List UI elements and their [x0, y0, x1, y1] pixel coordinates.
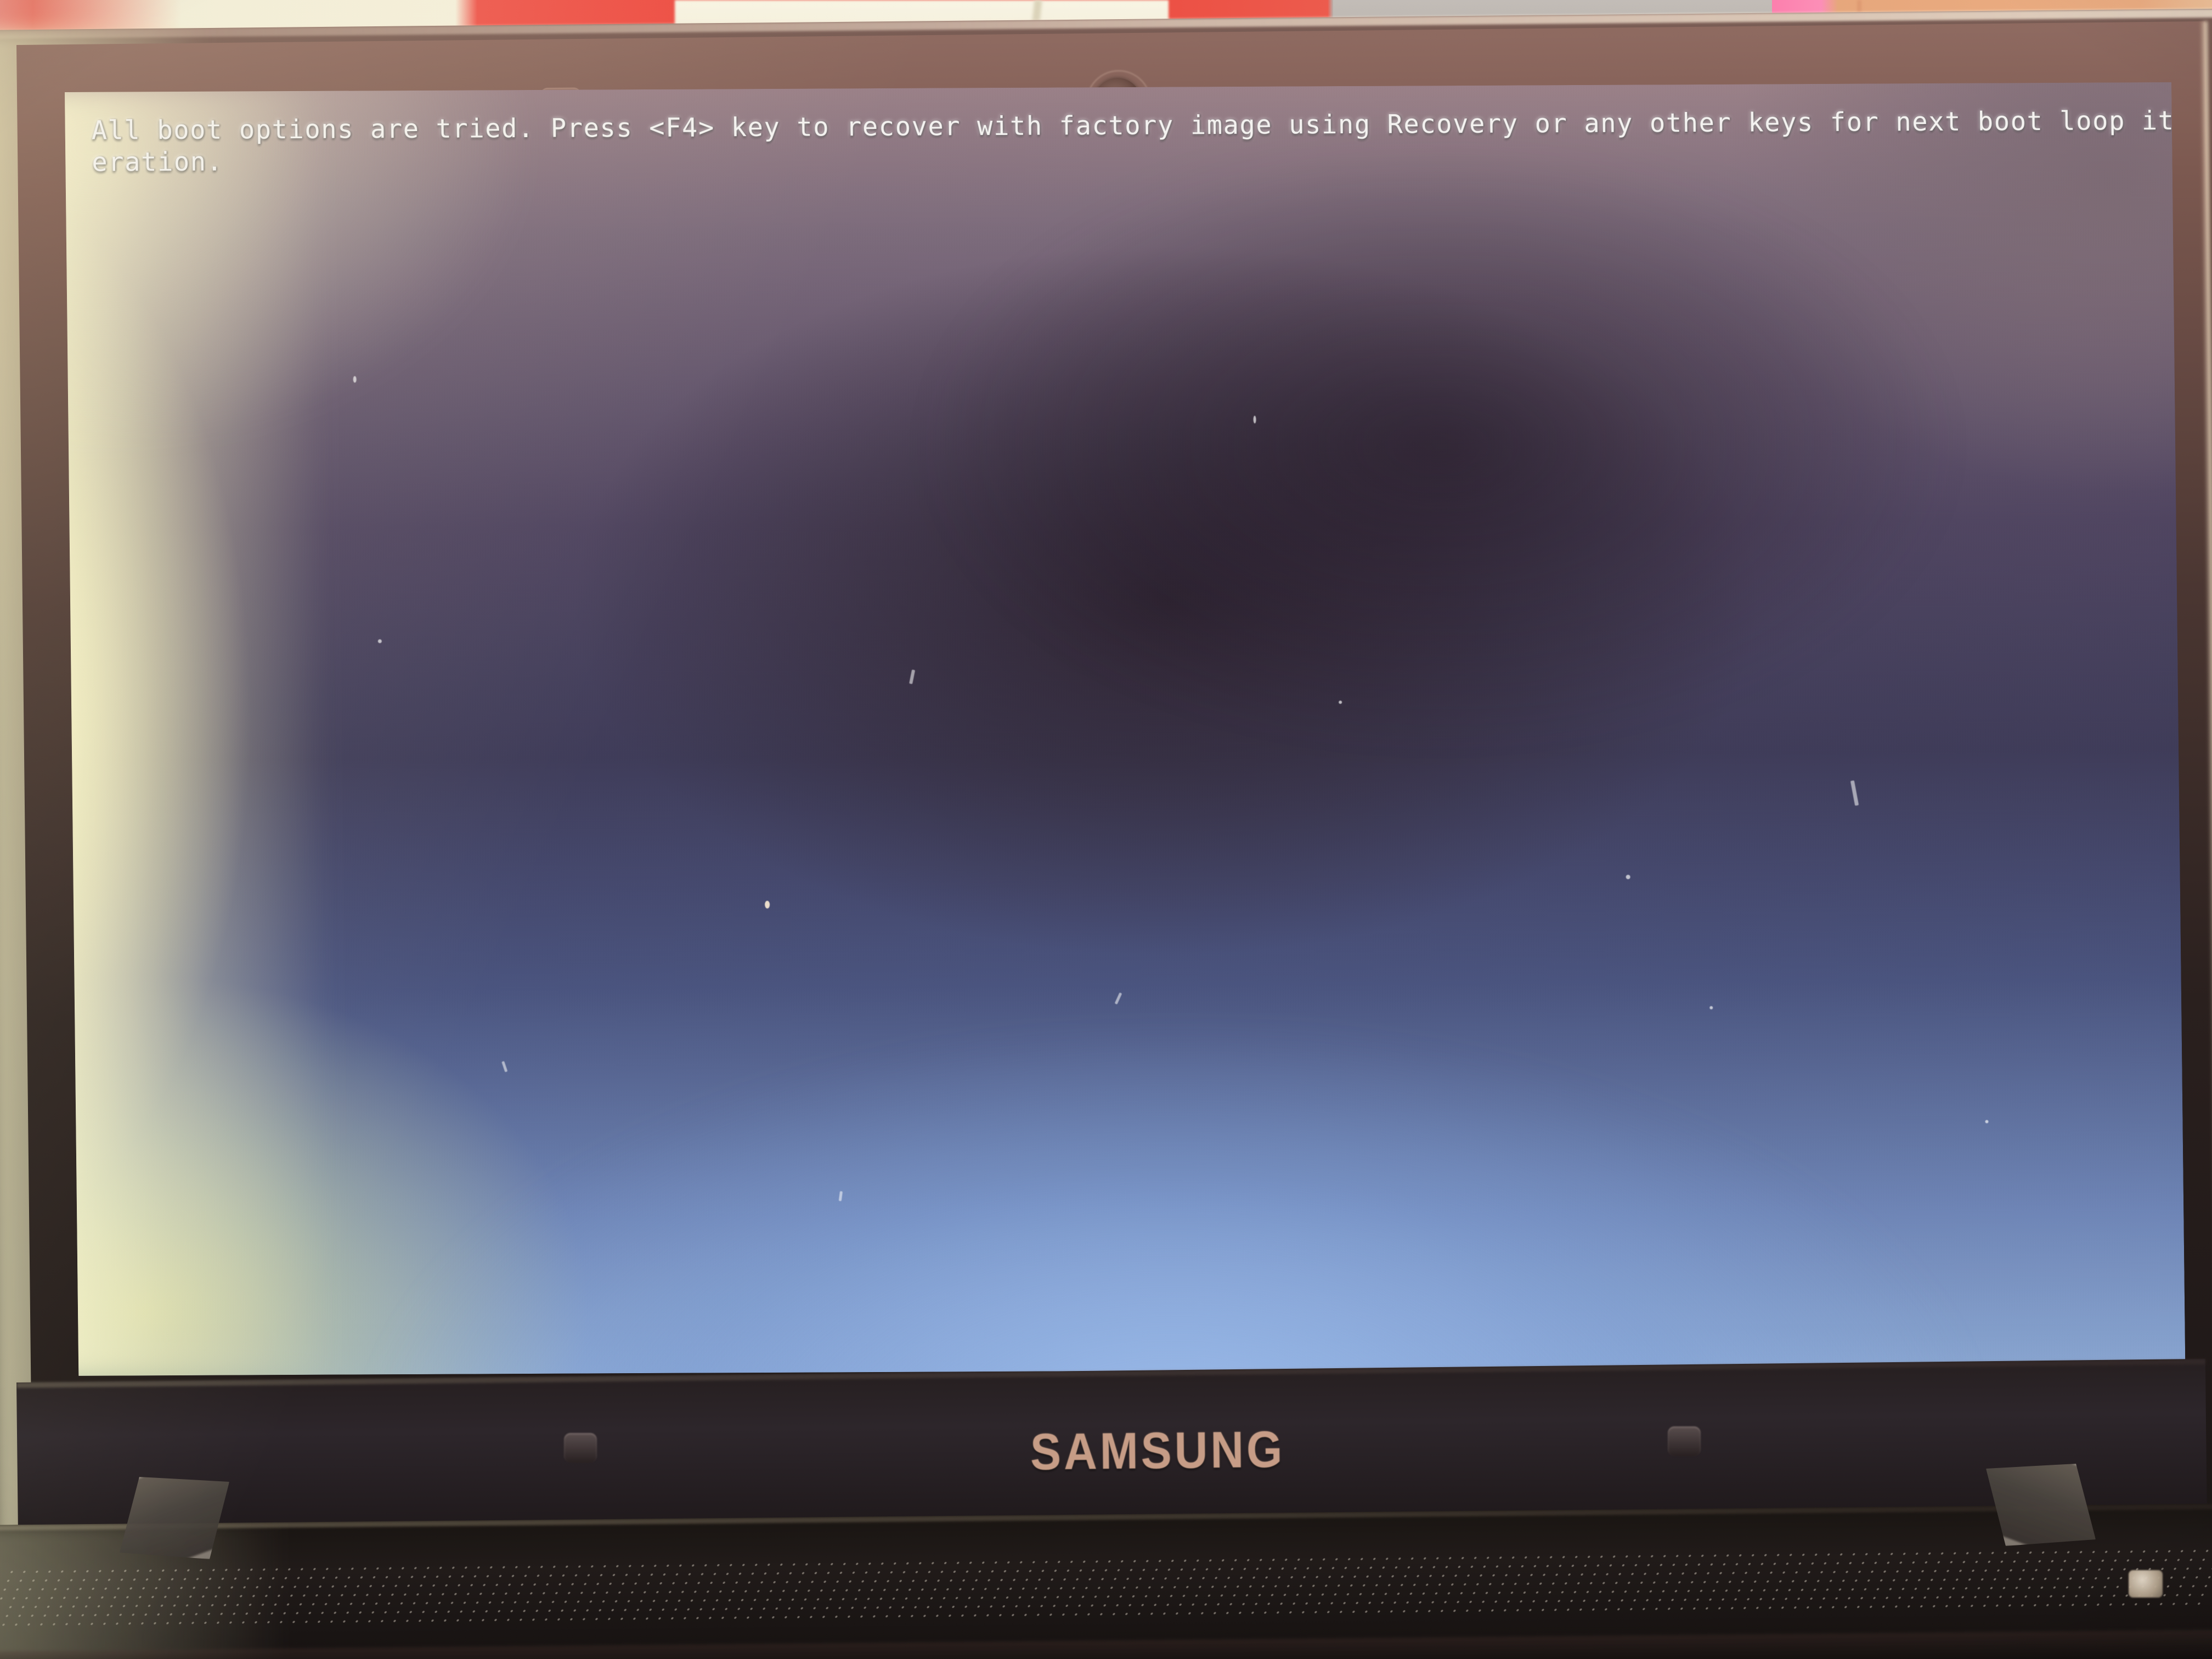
- dust-speck: [1626, 874, 1630, 879]
- screen-dark-region: [908, 134, 1968, 756]
- samsung-brand-logo: SAMSUNG: [1030, 1420, 1285, 1481]
- dust-speck: [1339, 701, 1342, 704]
- hinge-screw-icon: [2129, 1570, 2163, 1598]
- lower-bumper-pad-right: [1668, 1426, 1701, 1456]
- dust-speck: [353, 376, 357, 383]
- photo-canvas: All boot options are tried. Press <F4> k…: [0, 0, 2212, 1659]
- lcd-screen[interactable]: All boot options are tried. Press <F4> k…: [65, 82, 2186, 1376]
- laptop-base-deck: [0, 1503, 2212, 1659]
- bios-boot-message: All boot options are tried. Press <F4> k…: [91, 105, 2175, 178]
- lower-bumper-pad-left: [564, 1433, 597, 1463]
- screen-bottom-glow: [370, 1026, 1976, 1376]
- dust-speck: [1253, 415, 1256, 424]
- dust-speck: [1709, 1006, 1713, 1009]
- dust-speck: [1985, 1120, 1989, 1124]
- deck-bottom-shadow: [0, 1629, 2212, 1659]
- dust-speck: [377, 639, 382, 644]
- speaker-grille: [0, 1546, 2212, 1628]
- dust-speck: [765, 900, 770, 909]
